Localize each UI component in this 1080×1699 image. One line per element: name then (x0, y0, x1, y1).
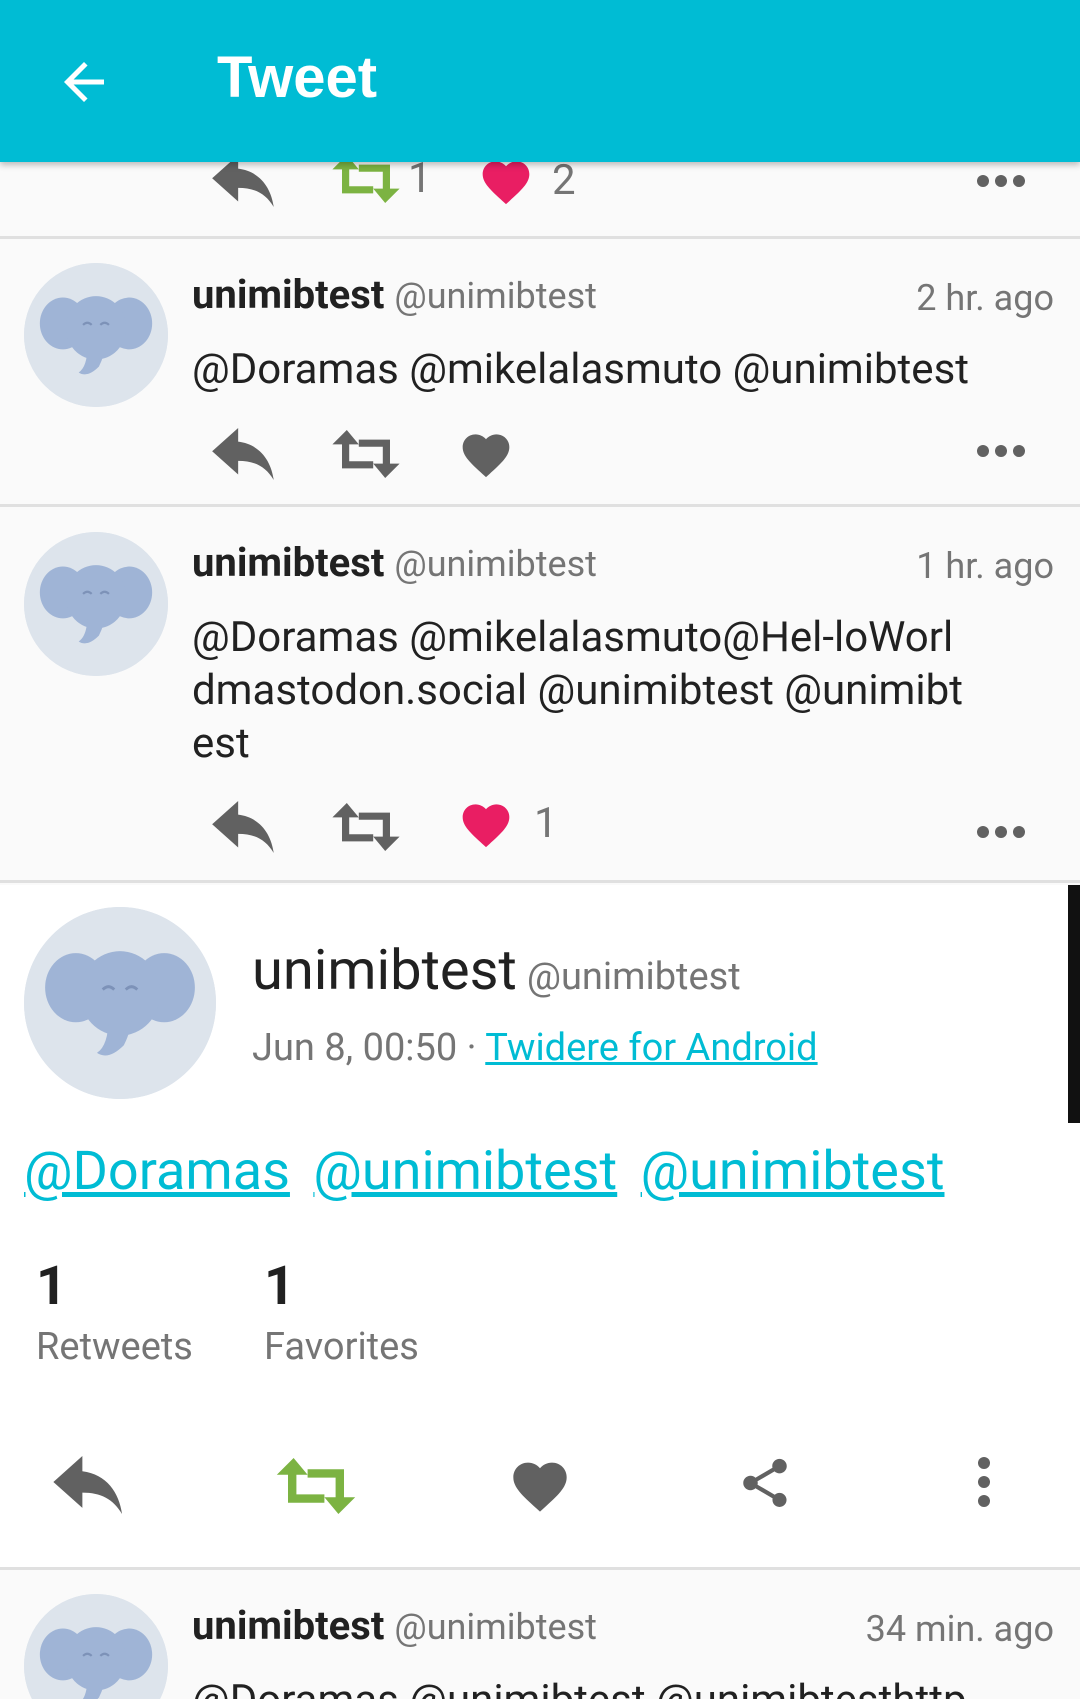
favorites-label: Favorites (264, 1325, 419, 1369)
handle: @unimibtest (526, 955, 741, 999)
username[interactable]: unimibtest @unimibtest (192, 1602, 597, 1649)
reply-button[interactable] (212, 155, 278, 207)
display-name: unimibtest (192, 271, 385, 318)
more-horizontal-icon[interactable] (976, 444, 1026, 458)
heart-icon (462, 804, 510, 848)
timestamp: 34 min. ago (865, 1608, 1054, 1650)
tweet-meta: Jun 8, 00:50 · Twidere for Android (252, 1026, 818, 1070)
app-bar: Tweet (0, 0, 1080, 162)
retweets-label: Retweets (36, 1325, 193, 1369)
username[interactable]: unimibtest @unimibtest (192, 539, 597, 586)
favorites-count: 1 (264, 1255, 295, 1318)
elephant-avatar-icon (24, 532, 168, 676)
source-link[interactable]: Twidere for Android (485, 1026, 817, 1070)
retweet-button[interactable] (332, 803, 400, 851)
favorite-button[interactable]: 1 (458, 797, 558, 849)
display-name: unimibtest (252, 937, 517, 1003)
elephant-avatar-icon (24, 1594, 168, 1699)
more-horizontal-icon[interactable] (976, 174, 1026, 188)
mention-link[interactable]: @Doramas (24, 1140, 290, 1203)
display-name: unimibtest (192, 1602, 385, 1649)
reply-icon (212, 155, 274, 207)
favorite-count: 2 (552, 155, 576, 205)
share-icon[interactable] (736, 1452, 794, 1514)
heart-icon (462, 434, 510, 478)
avatar[interactable] (24, 263, 168, 407)
tweet-text: @Doramas @unimibtest @unimibtest (24, 1140, 954, 1203)
more-vertical-icon[interactable] (977, 1456, 991, 1508)
retweet-icon (332, 430, 400, 478)
username[interactable]: unimibtest @unimibtest (192, 271, 597, 318)
tweet-date: Jun 8, 00:50 · (252, 1026, 486, 1070)
handle: @unimibtest (394, 275, 597, 317)
handle: @unimibtest (394, 1606, 597, 1648)
elephant-avatar-icon (24, 263, 168, 407)
tweet-text[interactable]: @Doramas @unimibtest @unimibtesthttp (192, 1674, 1052, 1699)
tweet-list-item[interactable]: unimibtest @unimibtest 2 hr. ago @Doramas… (0, 239, 1080, 504)
avatar[interactable] (24, 532, 168, 676)
page-title: Tweet (217, 45, 378, 110)
heart-icon[interactable] (508, 1454, 572, 1514)
timestamp: 2 hr. ago (916, 277, 1054, 319)
handle: @unimibtest (394, 543, 597, 585)
retweet-icon[interactable] (276, 1458, 356, 1514)
favorite-count: 1 (534, 798, 558, 848)
retweets-count: 1 (36, 1255, 67, 1318)
reply-icon (212, 428, 274, 480)
reply-button[interactable] (212, 801, 278, 853)
tweet-list-item[interactable]: unimibtest@unimibtest 34 min. ago @Doram… (0, 1570, 1080, 1699)
more-horizontal-icon[interactable] (976, 825, 1026, 839)
display-name: unimibtest (192, 539, 385, 586)
username[interactable]: unimibtest @unimibtest (252, 937, 741, 1003)
back-arrow-icon[interactable] (54, 52, 114, 112)
favorites-stat[interactable]: 1 Favorites (264, 1255, 419, 1369)
reply-icon[interactable] (52, 1456, 128, 1514)
mention-link[interactable]: @unimibtest (641, 1140, 945, 1203)
avatar[interactable] (24, 1594, 168, 1699)
retweet-icon (332, 803, 400, 851)
divider (0, 880, 1080, 883)
tweet-text[interactable]: @Doramas @mikelalasmuto@Hel-loWorldmasto… (192, 611, 972, 770)
favorite-button[interactable] (458, 427, 514, 479)
timestamp: 1 hr. ago (916, 545, 1054, 587)
retweets-stat[interactable]: 1 Retweets (36, 1255, 193, 1369)
retweet-button[interactable] (332, 430, 400, 478)
elephant-avatar-icon (24, 907, 216, 1099)
avatar[interactable] (24, 907, 216, 1099)
reply-icon (212, 801, 274, 853)
mention-link[interactable]: @unimibtest (313, 1140, 617, 1203)
tweet-list-item[interactable]: unimibtest @unimibtest 1 hr. ago @Doramas… (0, 507, 1080, 880)
scrollbar[interactable] (1068, 885, 1080, 1123)
reply-button[interactable] (212, 428, 278, 480)
tweet-text[interactable]: @Doramas @mikelalasmuto @unimibtest (192, 343, 1052, 396)
